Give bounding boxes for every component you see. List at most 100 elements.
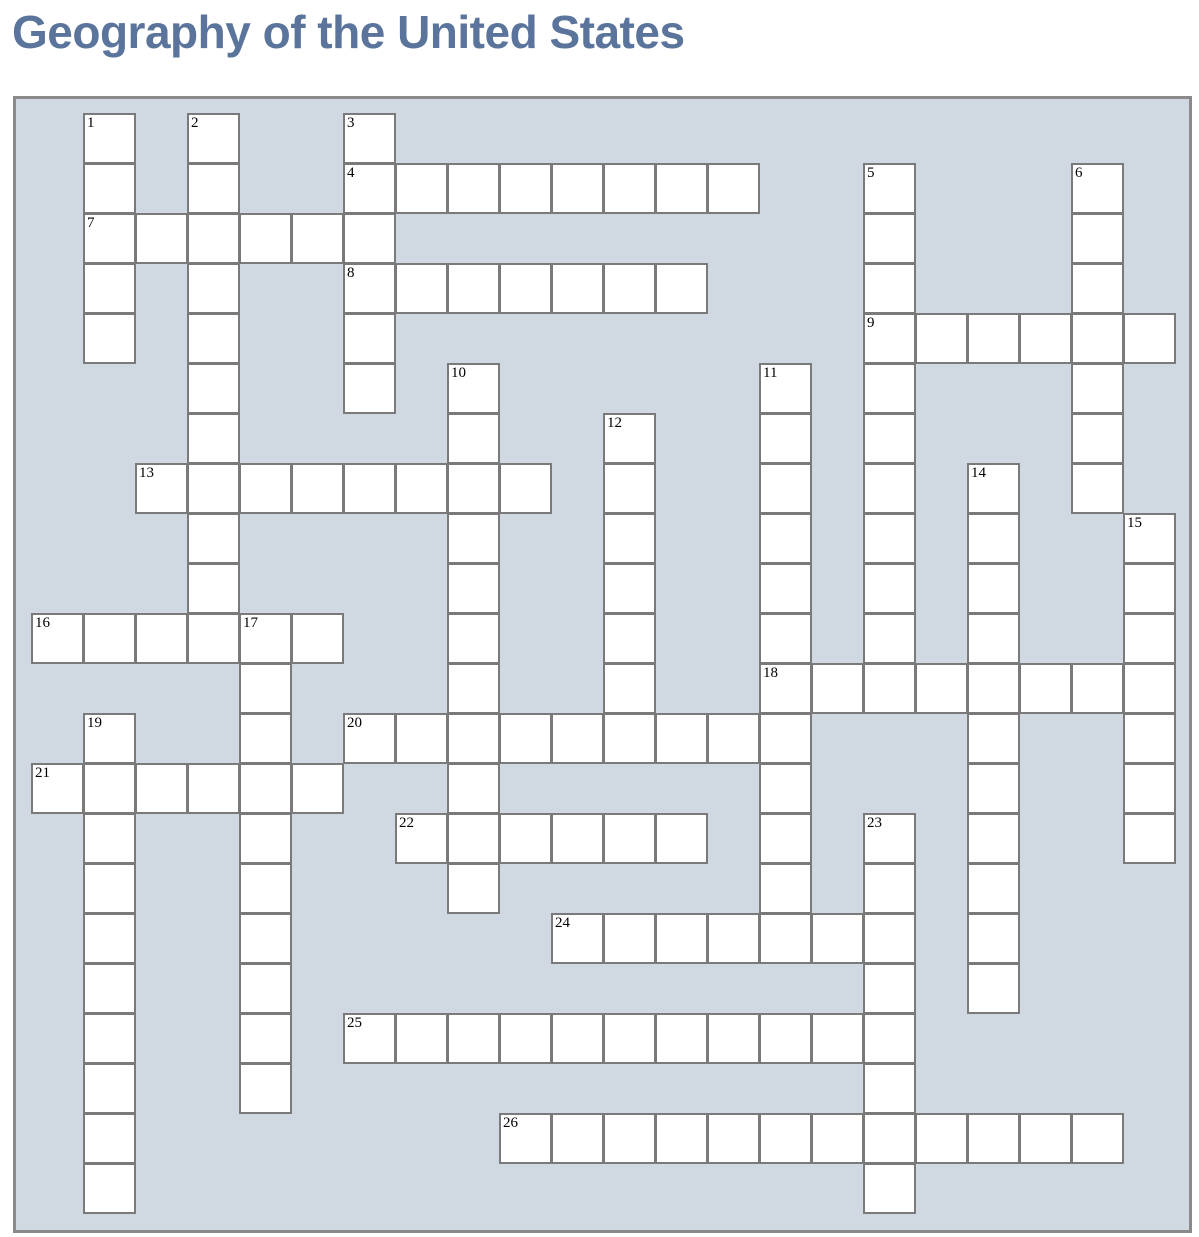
grid-cell[interactable] [135, 213, 188, 264]
grid-cell[interactable]: 26 [499, 1113, 552, 1164]
grid-cell[interactable] [759, 563, 812, 614]
grid-cell[interactable] [447, 413, 500, 464]
grid-cell[interactable] [239, 213, 292, 264]
grid-cell[interactable] [655, 263, 708, 314]
grid-cell[interactable] [239, 713, 292, 764]
grid-cell[interactable] [759, 763, 812, 814]
grid-cell[interactable] [187, 563, 240, 614]
grid-cell[interactable] [655, 1013, 708, 1064]
grid-cell[interactable] [863, 1163, 916, 1214]
grid-cell[interactable] [603, 613, 656, 664]
grid-cell[interactable]: 9 [863, 313, 916, 364]
grid-cell[interactable] [863, 1113, 916, 1164]
grid-cell[interactable] [83, 263, 136, 314]
grid-cell[interactable] [967, 963, 1020, 1014]
grid-cell[interactable] [447, 813, 500, 864]
grid-cell[interactable] [187, 463, 240, 514]
grid-cell[interactable] [291, 613, 344, 664]
grid-cell[interactable] [187, 513, 240, 564]
grid-cell[interactable] [499, 463, 552, 514]
grid-cell[interactable] [1123, 563, 1176, 614]
grid-cell[interactable] [863, 213, 916, 264]
grid-cell[interactable] [1123, 713, 1176, 764]
grid-cell[interactable] [1019, 313, 1072, 364]
grid-cell[interactable] [603, 713, 656, 764]
grid-cell[interactable] [499, 1013, 552, 1064]
grid-cell[interactable] [759, 863, 812, 914]
grid-cell[interactable] [187, 613, 240, 664]
grid-cell[interactable] [551, 713, 604, 764]
grid-cell[interactable] [603, 513, 656, 564]
grid-cell[interactable] [83, 1113, 136, 1164]
grid-cell[interactable] [811, 663, 864, 714]
grid-cell[interactable] [499, 713, 552, 764]
grid-cell[interactable] [551, 163, 604, 214]
grid-cell[interactable] [291, 763, 344, 814]
grid-cell[interactable] [239, 913, 292, 964]
grid-cell[interactable] [447, 613, 500, 664]
grid-cell[interactable] [447, 463, 500, 514]
grid-cell[interactable] [967, 313, 1020, 364]
grid-cell[interactable] [915, 1113, 968, 1164]
grid-cell[interactable] [447, 163, 500, 214]
grid-cell[interactable] [395, 713, 448, 764]
grid-cell[interactable] [343, 213, 396, 264]
grid-cell[interactable]: 6 [1071, 163, 1124, 214]
grid-cell[interactable] [395, 1013, 448, 1064]
grid-cell[interactable] [967, 863, 1020, 914]
grid-cell[interactable] [1123, 663, 1176, 714]
grid-cell[interactable] [863, 363, 916, 414]
grid-cell[interactable] [239, 763, 292, 814]
grid-cell[interactable] [551, 263, 604, 314]
grid-cell[interactable] [967, 513, 1020, 564]
grid-cell[interactable] [239, 863, 292, 914]
grid-cell[interactable] [759, 1013, 812, 1064]
grid-cell[interactable] [187, 363, 240, 414]
grid-cell[interactable] [967, 713, 1020, 764]
grid-cell[interactable] [759, 413, 812, 464]
grid-cell[interactable]: 1 [83, 113, 136, 164]
grid-cell[interactable] [915, 313, 968, 364]
grid-cell[interactable] [499, 813, 552, 864]
grid-cell[interactable] [447, 863, 500, 914]
grid-cell[interactable]: 17 [239, 613, 292, 664]
grid-cell[interactable] [603, 813, 656, 864]
grid-cell[interactable] [447, 763, 500, 814]
grid-cell[interactable] [135, 613, 188, 664]
grid-cell[interactable] [707, 913, 760, 964]
grid-cell[interactable]: 7 [83, 213, 136, 264]
grid-cell[interactable] [1071, 463, 1124, 514]
grid-cell[interactable]: 8 [343, 263, 396, 314]
grid-cell[interactable] [395, 263, 448, 314]
grid-cell[interactable]: 20 [343, 713, 396, 764]
grid-cell[interactable] [1071, 263, 1124, 314]
grid-cell[interactable] [83, 163, 136, 214]
grid-cell[interactable] [863, 513, 916, 564]
grid-cell[interactable] [187, 213, 240, 264]
grid-cell[interactable] [655, 813, 708, 864]
grid-cell[interactable] [83, 613, 136, 664]
grid-cell[interactable] [239, 1063, 292, 1114]
grid-cell[interactable] [187, 263, 240, 314]
grid-cell[interactable] [447, 1013, 500, 1064]
grid-cell[interactable] [83, 1163, 136, 1214]
grid-cell[interactable]: 2 [187, 113, 240, 164]
grid-cell[interactable]: 18 [759, 663, 812, 714]
grid-cell[interactable] [655, 1113, 708, 1164]
grid-cell[interactable] [759, 913, 812, 964]
grid-cell[interactable] [603, 1013, 656, 1064]
grid-cell[interactable] [239, 813, 292, 864]
grid-cell[interactable]: 15 [1123, 513, 1176, 564]
grid-cell[interactable] [499, 163, 552, 214]
grid-cell[interactable]: 23 [863, 813, 916, 864]
grid-cell[interactable]: 5 [863, 163, 916, 214]
grid-cell[interactable] [343, 463, 396, 514]
grid-cell[interactable] [863, 413, 916, 464]
grid-cell[interactable] [551, 1113, 604, 1164]
grid-cell[interactable] [863, 613, 916, 664]
grid-cell[interactable]: 4 [343, 163, 396, 214]
grid-cell[interactable] [395, 163, 448, 214]
grid-cell[interactable] [1071, 413, 1124, 464]
grid-cell[interactable] [603, 1113, 656, 1164]
grid-cell[interactable] [83, 313, 136, 364]
